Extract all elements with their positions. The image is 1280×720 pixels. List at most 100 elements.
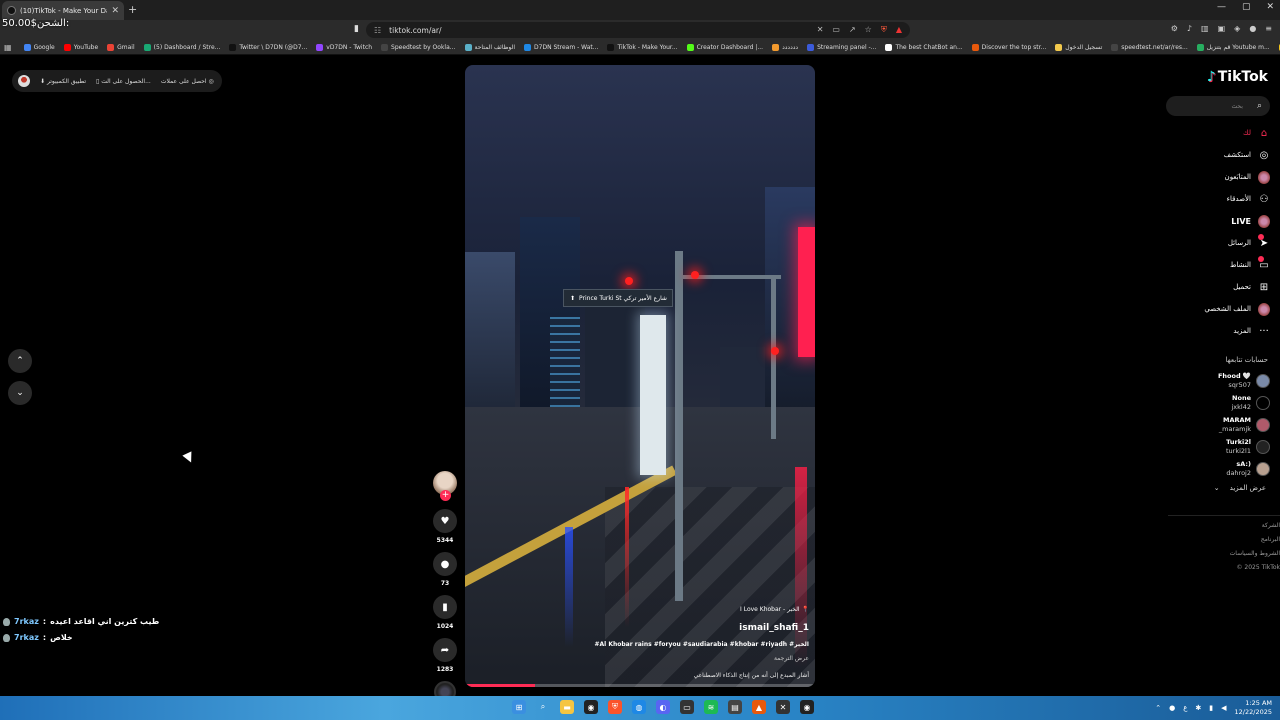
extension-icon[interactable]: ⚙ (1171, 24, 1178, 33)
like-button[interactable]: ♥ (433, 509, 457, 533)
terminal-icon[interactable]: ▭ (680, 700, 694, 714)
sidebar-item-home[interactable]: لك ⌂ (1170, 122, 1270, 144)
bookmark-item[interactable]: Gmail (107, 43, 135, 51)
sidebar-item-friends[interactable]: الأصدقاء ⚇ (1170, 188, 1270, 210)
sidebar-item-profile-avatar[interactable]: الملف الشخصي (1170, 298, 1270, 320)
previous-video-button[interactable]: ⌃ (8, 349, 32, 373)
bookmark-item[interactable]: Streaming panel -... (807, 43, 876, 51)
tray-chevron-icon[interactable]: ⌃ (1155, 704, 1161, 712)
menu-icon[interactable]: ≡ (1265, 24, 1272, 33)
rewards-icon[interactable]: ▲ (896, 25, 902, 35)
app-icon[interactable]: ▤ (728, 700, 742, 714)
vpn-icon[interactable]: ◈ (1234, 24, 1240, 33)
clock[interactable]: 1:25 AM 12/22/2025 (1235, 699, 1272, 717)
app-icon[interactable]: ✕ (776, 700, 790, 714)
spotify-icon[interactable]: ≋ (704, 700, 718, 714)
minimize-button[interactable]: — (1217, 2, 1226, 12)
obs-icon[interactable]: ◉ (584, 700, 598, 714)
footer-link[interactable]: الشروط والسياسات (1168, 550, 1280, 557)
bookmark-item[interactable]: Speedtest by Ookla... (381, 43, 456, 51)
file-explorer-icon[interactable]: ▬ (560, 700, 574, 714)
location-tag[interactable]: I Love Khobar - الخبر 📍 (479, 606, 809, 613)
sidebar-item-upload[interactable]: تحميل ⊞ (1170, 276, 1270, 298)
maximize-button[interactable]: ▢ (1242, 2, 1251, 12)
language-indicator[interactable]: ع (1183, 704, 1187, 712)
bookmark-item[interactable]: الوظائف المتاحة (464, 43, 515, 51)
see-translation-link[interactable]: عرض الترجمة (479, 655, 809, 662)
bluetooth-icon[interactable]: ✱ (1195, 704, 1201, 712)
sidebar-item-messages[interactable]: الرسائل ➤ (1170, 232, 1270, 254)
star-icon[interactable]: ☆ (865, 25, 872, 35)
creator-avatar[interactable]: + (433, 471, 457, 501)
brave-icon[interactable]: ⛨ (608, 700, 622, 714)
bookmark-item[interactable]: تسجيل الدخول (1055, 43, 1102, 51)
start-icon[interactable]: ⊞ (512, 700, 526, 714)
bookmark-item[interactable]: D7DN Stream - Wat... (524, 43, 598, 51)
video-author[interactable]: ismail_shafi_1 (479, 623, 809, 633)
following-account[interactable]: sA:) dahroj2 (1170, 458, 1270, 480)
volume-icon[interactable]: ◀ (1221, 704, 1226, 712)
sidebar-item-live[interactable]: LIVE (1170, 210, 1270, 232)
following-avatar-icon (1258, 170, 1270, 184)
next-video-button[interactable]: ⌄ (8, 381, 32, 405)
bookmark-item[interactable]: Discover the top str... (971, 43, 1046, 51)
footer-link[interactable]: الشركة (1168, 522, 1280, 529)
mute-icon[interactable]: ✕ (817, 25, 824, 35)
bookmark-item[interactable]: قم بتنزيل Youtube m... (1196, 43, 1270, 51)
sidebar-icon[interactable]: ▥ (1201, 24, 1209, 33)
discord-icon[interactable]: ◐ (656, 700, 670, 714)
following-account[interactable]: None jxkl42 (1170, 392, 1270, 414)
sidebar-item-more[interactable]: المزيد ··· (1170, 320, 1270, 342)
comment-button[interactable]: ● (433, 552, 457, 576)
bookmark-item[interactable]: Creator Dashboard |... (686, 43, 763, 51)
media-icon[interactable]: ♪ (1187, 24, 1192, 33)
video-progress-bar[interactable] (465, 684, 815, 687)
show-more-button[interactable]: ⌄ عرض المزيد (1214, 484, 1266, 492)
tiktok-logo[interactable]: ♪ TikTok (1207, 69, 1268, 85)
bookmark-icon[interactable]: ▮ (354, 24, 359, 34)
sidebar-item-following-avatar[interactable]: المتابَعون (1170, 166, 1270, 188)
user-avatar[interactable] (18, 75, 30, 87)
obs-icon[interactable]: ◉ (800, 700, 814, 714)
close-window-button[interactable]: ✕ (1266, 2, 1274, 12)
search-icon[interactable]: ⌕ (536, 700, 550, 714)
bookmark-item[interactable]: The best ChatBot an... (885, 43, 963, 51)
bookmark-item[interactable]: speedtest.net/ar/res... (1111, 43, 1188, 51)
apps-grid-icon[interactable]: ▦ (4, 43, 12, 52)
search-box[interactable]: بحث ⌕ (1166, 96, 1270, 116)
get-coins-link[interactable]: احصل على عملات ◎ (161, 78, 214, 85)
chrome-icon[interactable]: ◍ (632, 700, 646, 714)
search-icon[interactable]: ⌕ (1257, 101, 1262, 111)
bookmark-item[interactable]: vD7DN - Twitch (316, 43, 372, 51)
tab-close-icon[interactable]: ✕ (111, 6, 119, 16)
sidebar-item-compass[interactable]: استكشف ◎ (1170, 144, 1270, 166)
footer-link[interactable]: البرنامج (1168, 536, 1280, 543)
bookmark-item[interactable]: Twitter \ D7DN (@D7... (229, 43, 307, 51)
bookmark-item[interactable]: (5) Dashboard / Stre... (143, 43, 220, 51)
following-account[interactable]: Turki2l turki2l1 (1170, 436, 1270, 458)
site-info-icon[interactable]: ☷ (374, 26, 381, 35)
bookmark-item[interactable]: دددددد (772, 43, 798, 51)
app-icon[interactable]: ▲ (752, 700, 766, 714)
cast-icon[interactable]: ▭ (832, 25, 840, 35)
video-player[interactable]: ⬆ Prince Turki St شارع الأمير تركي I Lov… (465, 65, 815, 687)
desktop-app-link[interactable]: ⬇ تطبيق الكمبيوتر (40, 78, 86, 85)
follow-button[interactable]: + (440, 490, 451, 501)
new-tab-button[interactable]: + (128, 3, 137, 16)
share-button[interactable]: ➦ (433, 638, 457, 662)
bookmark-item[interactable]: Google (23, 43, 55, 51)
brave-shield-icon[interactable]: ⛨ (881, 25, 887, 35)
sidebar-item-activity[interactable]: النشاط ▭ (1170, 254, 1270, 276)
address-bar[interactable]: ☷ tiktok.com/ar/ ✕ ▭ ↗ ☆ ⛨ ▲ (366, 22, 910, 38)
bookmark-item[interactable]: YouTube (63, 43, 98, 51)
save-button[interactable]: ▮ (433, 595, 457, 619)
share-icon[interactable]: ↗ (849, 25, 856, 35)
following-account[interactable]: Fhood 🤍 sqr507 (1170, 370, 1270, 392)
bookmark-item[interactable]: TikTok - Make Your... (607, 43, 678, 51)
wallet-icon[interactable]: ▣ (1218, 24, 1226, 33)
network-icon[interactable]: ▮ (1209, 704, 1213, 712)
mic-icon[interactable]: ● (1169, 704, 1175, 712)
get-app-link[interactable]: ▯ الحصول على الت... (96, 78, 151, 85)
profile-icon[interactable]: ● (1249, 24, 1256, 33)
following-account[interactable]: MARAM _maramjk (1170, 414, 1270, 436)
